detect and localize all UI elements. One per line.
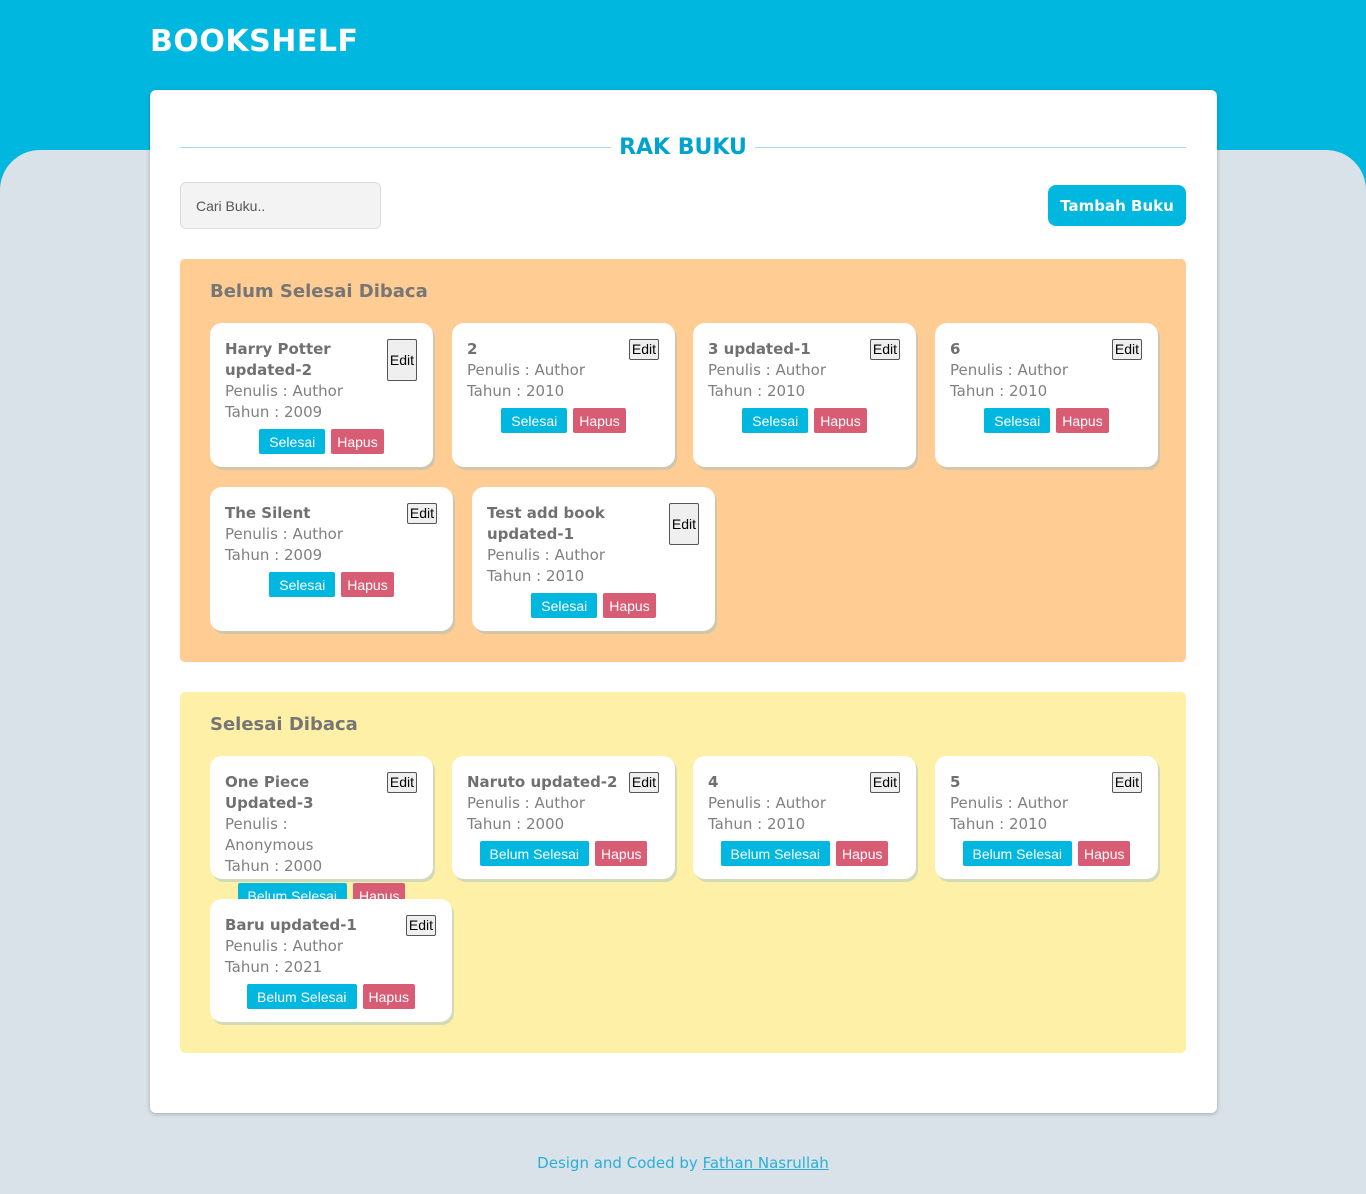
edit-button[interactable]: Edit (668, 503, 699, 545)
main-card: RAK BUKU Tambah Buku Belum Selesai Dibac… (150, 90, 1217, 1113)
book-author: Penulis : Author (225, 525, 343, 543)
mark-finished-button[interactable]: Selesai (531, 593, 598, 618)
book-year: Tahun : 2010 (950, 382, 1048, 400)
delete-button[interactable]: Hapus (836, 841, 889, 866)
book-card: 3 updated-1 Penulis : Author Tahun : 201… (693, 323, 916, 467)
book-year: Tahun : 2000 (225, 857, 323, 875)
book-card: 6 Penulis : Author Tahun : 2010 Edit Sel… (935, 323, 1158, 467)
page-heading: RAK BUKU (180, 132, 1186, 162)
book-author: Penulis : Author (225, 382, 343, 400)
delete-button[interactable]: Hapus (814, 408, 867, 433)
book-author: Penulis : Author (487, 546, 605, 564)
book-card: 2 Penulis : Author Tahun : 2010 Edit Sel… (452, 323, 675, 467)
mark-finished-button[interactable]: Selesai (984, 408, 1051, 433)
edit-button[interactable]: Edit (1111, 772, 1142, 793)
unread-shelf: Belum Selesai Dibaca Harry Potter update… (180, 259, 1186, 662)
edit-button[interactable]: Edit (386, 339, 417, 381)
delete-button[interactable]: Hapus (362, 984, 415, 1009)
book-year: Tahun : 2010 (467, 382, 565, 400)
search-input[interactable] (180, 182, 381, 229)
book-title: 2 (467, 340, 478, 358)
book-year: Tahun : 2010 (708, 382, 806, 400)
book-author: Penulis : Author (950, 794, 1068, 812)
book-title: 3 updated-1 (708, 340, 811, 358)
mark-unfinished-button[interactable]: Belum Selesai (962, 841, 1073, 866)
add-book-button[interactable]: Tambah Buku (1048, 185, 1186, 226)
delete-button[interactable]: Hapus (603, 593, 656, 618)
mark-finished-button[interactable]: Selesai (742, 408, 809, 433)
edit-button[interactable]: Edit (869, 772, 900, 793)
edit-button[interactable]: Edit (628, 339, 659, 360)
book-title: 6 (950, 340, 961, 358)
book-card: Naruto updated-2 Penulis : Author Tahun … (452, 756, 675, 879)
book-title: 5 (950, 773, 961, 791)
heading-divider-left (180, 146, 612, 148)
read-shelf-title: Selesai Dibaca (210, 714, 358, 735)
book-author: Penulis : Author (708, 361, 826, 379)
mark-unfinished-button[interactable]: Belum Selesai (479, 841, 590, 866)
mark-unfinished-button[interactable]: Belum Selesai (720, 841, 831, 866)
book-year: Tahun : 2009 (225, 546, 323, 564)
book-title: 4 (708, 773, 719, 791)
book-year: Tahun : 2010 (708, 815, 806, 833)
book-title: Harry Potter updated-2 (225, 340, 331, 379)
page-title: RAK BUKU (619, 134, 747, 160)
book-card: 4 Penulis : Author Tahun : 2010 Edit Bel… (693, 756, 916, 879)
book-author: Penulis : Author (467, 794, 585, 812)
book-year: Tahun : 2000 (467, 815, 565, 833)
book-title: The Silent (225, 504, 311, 522)
book-card: Baru updated-1 Penulis : Author Tahun : … (210, 899, 452, 1022)
delete-button[interactable]: Hapus (595, 841, 648, 866)
book-year: Tahun : 2010 (950, 815, 1048, 833)
mark-unfinished-button[interactable]: Belum Selesai (247, 984, 357, 1009)
edit-button[interactable]: Edit (406, 503, 437, 524)
book-card: The Silent Penulis : Author Tahun : 2009… (210, 487, 453, 631)
heading-divider-right (754, 146, 1186, 148)
book-title: Baru updated-1 (225, 916, 357, 934)
app-logo: BOOKSHELF (150, 24, 359, 59)
delete-button[interactable]: Hapus (1056, 408, 1109, 433)
footer: Design and Coded by Fathan Nasrullah (0, 1154, 1366, 1172)
book-title: One Piece Updated-3 (225, 773, 314, 812)
book-year: Tahun : 2010 (487, 567, 585, 585)
delete-button[interactable]: Hapus (341, 572, 394, 597)
book-year: Tahun : 2021 (225, 958, 323, 976)
book-title: Test add book updated-1 (487, 504, 605, 543)
mark-finished-button[interactable]: Selesai (269, 572, 336, 597)
book-author: Penulis : Anonymous (225, 815, 314, 854)
book-title: Naruto updated-2 (467, 773, 618, 791)
book-author: Penulis : Author (950, 361, 1068, 379)
edit-button[interactable]: Edit (628, 772, 659, 793)
book-author: Penulis : Author (467, 361, 585, 379)
mark-finished-button[interactable]: Selesai (501, 408, 568, 433)
edit-button[interactable]: Edit (1111, 339, 1142, 360)
book-author: Penulis : Author (225, 937, 343, 955)
book-author: Penulis : Author (708, 794, 826, 812)
footer-author-link[interactable]: Fathan Nasrullah (703, 1154, 829, 1172)
mark-finished-button[interactable]: Selesai (259, 429, 326, 454)
edit-button[interactable]: Edit (405, 915, 436, 936)
edit-button[interactable]: Edit (386, 772, 417, 793)
read-shelf: Selesai Dibaca One Piece Updated-3 Penul… (180, 692, 1186, 1053)
book-year: Tahun : 2009 (225, 403, 323, 421)
unread-shelf-title: Belum Selesai Dibaca (210, 281, 428, 302)
book-card: 5 Penulis : Author Tahun : 2010 Edit Bel… (935, 756, 1158, 879)
footer-text: Design and Coded by (537, 1154, 703, 1172)
book-card: One Piece Updated-3 Penulis : Anonymous … (210, 756, 433, 908)
delete-button[interactable]: Hapus (331, 429, 384, 454)
book-card: Harry Potter updated-2 Penulis : Author … (210, 323, 433, 467)
delete-button[interactable]: Hapus (573, 408, 626, 433)
book-card: Test add book updated-1 Penulis : Author… (472, 487, 715, 631)
delete-button[interactable]: Hapus (1078, 841, 1131, 866)
edit-button[interactable]: Edit (869, 339, 900, 360)
